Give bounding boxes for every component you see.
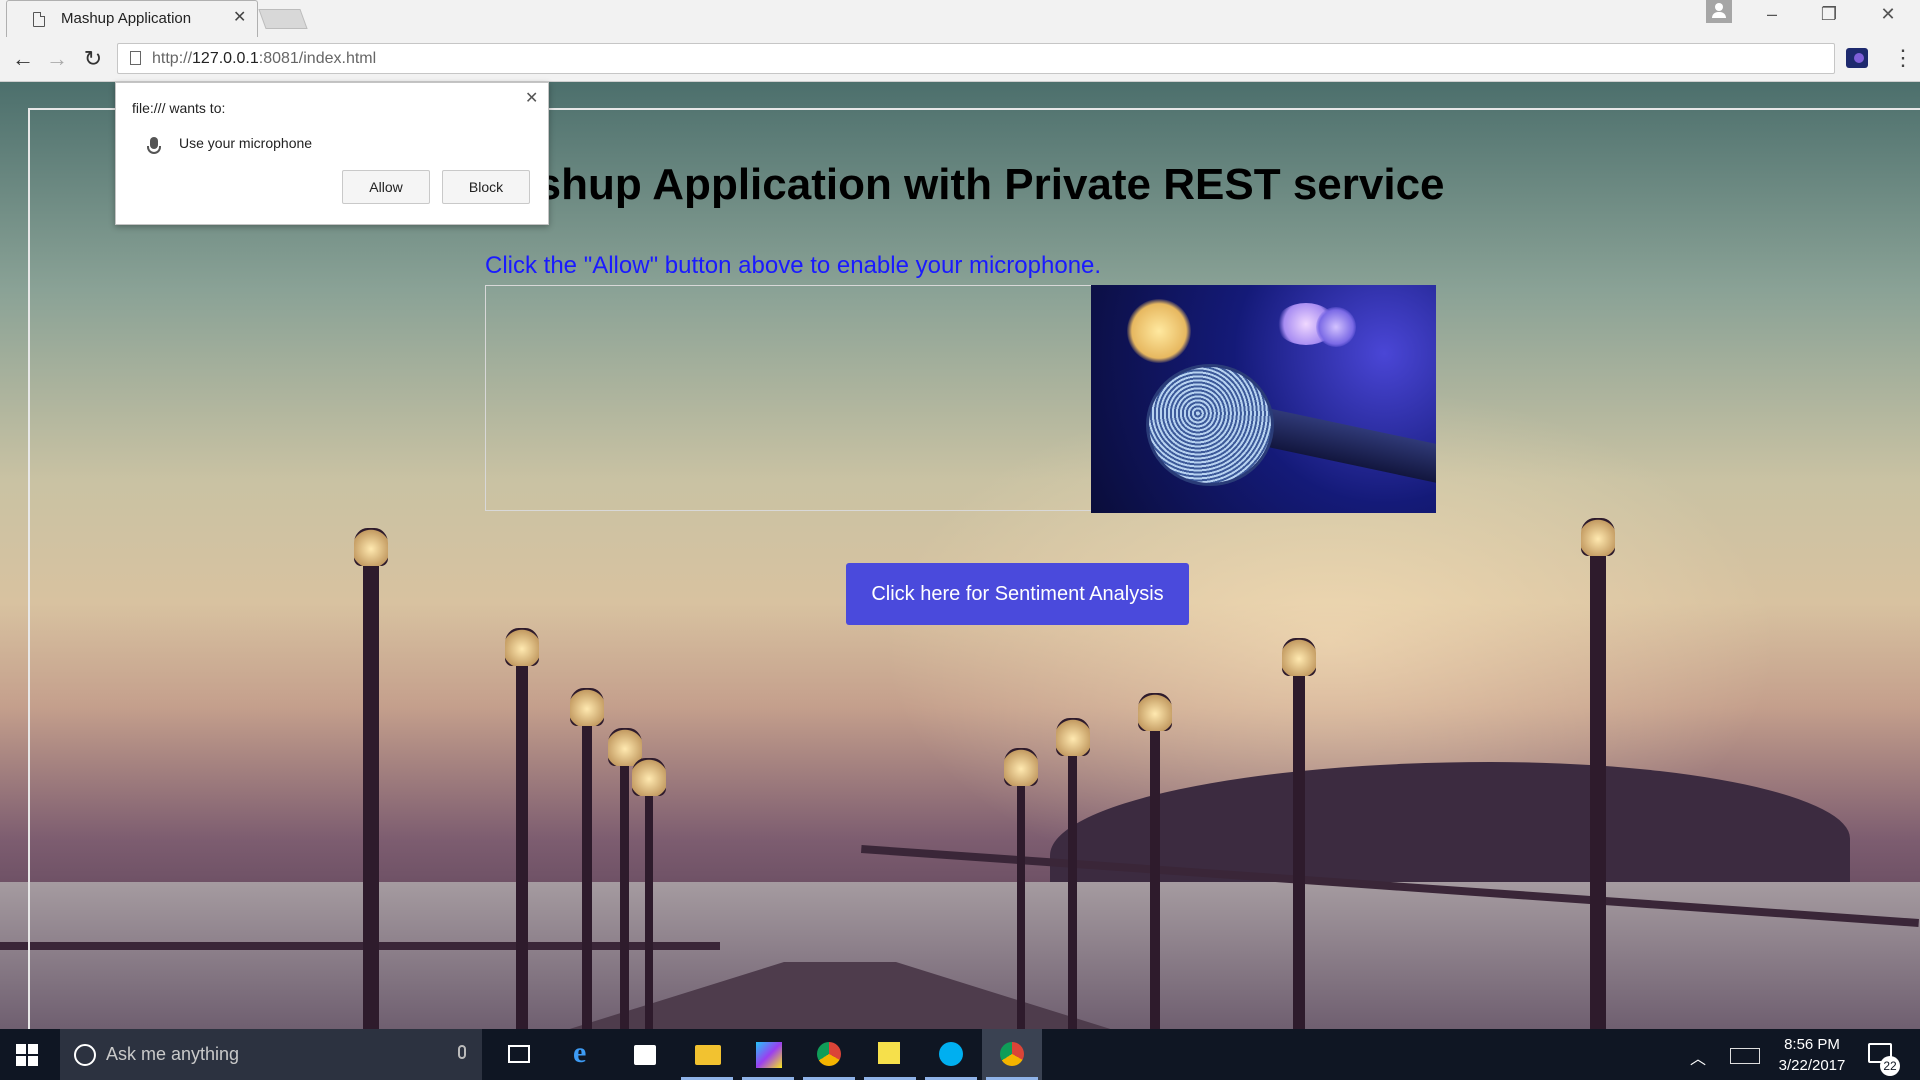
address-bar[interactable]: http://127.0.0.1:8081/index.html	[117, 43, 1835, 74]
popup-close-icon[interactable]: ✕	[525, 88, 538, 108]
microphone-head	[1149, 367, 1271, 483]
microphone-image	[1091, 285, 1436, 513]
allow-button[interactable]: Allow	[342, 170, 430, 204]
page-icon	[33, 12, 45, 27]
reload-icon[interactable]: ↻	[78, 46, 108, 72]
clock-time[interactable]: 8:56 PM	[1776, 1036, 1848, 1053]
permission-text: Use your microphone	[179, 135, 313, 151]
taskbar-search[interactable]: Ask me anything	[60, 1029, 482, 1080]
restore-icon[interactable]: ❐	[1814, 4, 1844, 25]
forward-icon[interactable]: →	[42, 46, 72, 72]
browser-menu-icon[interactable]: ⋮	[1892, 45, 1914, 71]
clock-date[interactable]: 3/22/2017	[1770, 1057, 1854, 1074]
page-info-icon[interactable]	[130, 51, 141, 65]
tab-close-icon[interactable]: ✕	[233, 7, 246, 27]
block-button[interactable]: Block	[442, 170, 530, 204]
browser-tab[interactable]: Mashup Application ✕	[6, 0, 258, 37]
permission-popup: file:/// wants to: ✕ Use your microphone…	[115, 82, 549, 225]
sticky-notes-icon[interactable]	[860, 1029, 920, 1080]
close-window-icon[interactable]: ✕	[1873, 4, 1903, 25]
keyboard-icon[interactable]	[1730, 1048, 1760, 1064]
notification-count-badge: 22	[1880, 1056, 1900, 1076]
taskbar: Ask me anything e ︿ 8:56 PM 3/22/2017 22	[0, 1029, 1920, 1080]
microphone-icon	[147, 137, 161, 154]
microphone-body	[1247, 405, 1436, 485]
bokeh-light	[1127, 299, 1191, 363]
microphone-instruction: Click the "Allow" button above to enable…	[485, 252, 1102, 279]
tab-title: Mashup Application	[61, 10, 192, 27]
chrome-icon[interactable]	[982, 1029, 1042, 1080]
show-hidden-icons-icon[interactable]: ︿	[1690, 1045, 1706, 1069]
task-view-icon[interactable]	[490, 1029, 550, 1080]
profile-icon[interactable]	[1706, 0, 1732, 23]
new-tab-button[interactable]	[258, 9, 308, 29]
cortana-icon	[74, 1044, 96, 1066]
screen: Mashup Application ✕ – ❐ ✕ ← → ↻ http://…	[0, 0, 1920, 1080]
popup-title: file:/// wants to:	[132, 100, 226, 116]
edge-icon[interactable]: e	[555, 1029, 615, 1080]
back-icon[interactable]: ←	[8, 46, 38, 72]
url-text: http://127.0.0.1:8081/index.html	[152, 50, 377, 67]
chrome-icon[interactable]	[799, 1029, 859, 1080]
search-placeholder: Ask me anything	[106, 1044, 240, 1064]
minimize-icon[interactable]: –	[1757, 4, 1787, 25]
windows-start-icon[interactable]	[16, 1044, 38, 1066]
browser-toolbar: ← → ↻ http://127.0.0.1:8081/index.html ⋮	[0, 37, 1920, 82]
skype-icon[interactable]	[921, 1029, 981, 1080]
sentiment-analysis-button[interactable]: Click here for Sentiment Analysis	[846, 563, 1189, 625]
file-explorer-icon[interactable]	[677, 1029, 737, 1080]
tab-strip: Mashup Application ✕ – ❐ ✕	[0, 0, 1920, 37]
voice-search-icon[interactable]	[458, 1045, 466, 1059]
store-icon[interactable]	[616, 1029, 676, 1080]
extension-icon[interactable]	[1846, 48, 1868, 68]
bokeh-light	[1316, 307, 1356, 347]
webstorm-icon[interactable]	[738, 1029, 798, 1080]
